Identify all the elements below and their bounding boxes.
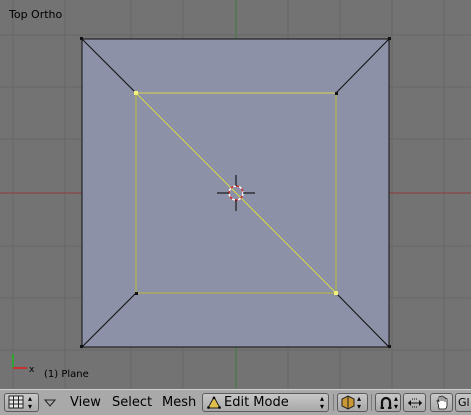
mode-label: Edit Mode bbox=[224, 395, 289, 410]
hand-icon bbox=[436, 395, 447, 410]
vertex-selected[interactable] bbox=[134, 91, 138, 95]
collapse-menus-button[interactable] bbox=[44, 393, 58, 412]
vertex[interactable] bbox=[388, 37, 391, 40]
vertex[interactable] bbox=[135, 292, 138, 295]
menu-view[interactable]: View bbox=[68, 393, 103, 412]
triangle-down-icon bbox=[44, 399, 56, 407]
vertex[interactable] bbox=[388, 345, 391, 348]
menu-mesh[interactable]: Mesh bbox=[160, 393, 198, 412]
gl-button[interactable]: Gl bbox=[455, 393, 471, 412]
object-name-label: (1) Plane bbox=[44, 369, 89, 380]
toolbar-separator bbox=[333, 394, 334, 411]
axis-gizmo-icon: x bbox=[12, 354, 35, 375]
updown-arrow-icon: ▴ ▾ bbox=[28, 393, 33, 411]
shading-icon bbox=[341, 395, 355, 410]
mode-selector[interactable]: Edit Mode ▴ ▾ bbox=[202, 393, 329, 412]
plane-mesh[interactable] bbox=[80, 37, 391, 348]
manipulator-toggle[interactable] bbox=[403, 393, 426, 412]
editor-type-button[interactable]: ▴ ▾ bbox=[4, 393, 39, 412]
updown-arrow-icon: ▴ ▾ bbox=[394, 393, 399, 411]
vertex[interactable] bbox=[335, 92, 338, 95]
3d-viewport[interactable]: x Top Ortho (1) Plane bbox=[0, 0, 471, 389]
axis-x-label: x bbox=[29, 365, 35, 375]
toolbar-separator bbox=[371, 394, 372, 411]
updown-arrow-icon: ▴ ▾ bbox=[357, 393, 362, 411]
grid-icon bbox=[8, 395, 24, 409]
vertex-selected[interactable] bbox=[334, 291, 338, 295]
updown-arrow-icon: ▴ ▾ bbox=[319, 393, 324, 411]
triangle-mode-icon bbox=[207, 396, 221, 409]
pivot-point-button[interactable]: ▴ ▾ bbox=[375, 393, 401, 412]
blender-3d-view: x Top Ortho (1) Plane ▴ ▾ View Select Mes… bbox=[0, 0, 471, 415]
draw-type-button[interactable]: ▴ ▾ bbox=[337, 393, 368, 412]
viewport-title: Top Ortho bbox=[9, 8, 63, 21]
vertex[interactable] bbox=[80, 37, 83, 40]
gl-label: Gl bbox=[458, 396, 470, 409]
vertex[interactable] bbox=[80, 345, 83, 348]
pivot-icon bbox=[380, 396, 392, 409]
menu-select[interactable]: Select bbox=[110, 393, 154, 412]
viewport-canvas[interactable]: x bbox=[0, 0, 471, 389]
hand-button[interactable] bbox=[430, 393, 453, 412]
viewport-header: ▴ ▾ View Select Mesh Edit Mode ▴ ▾ ▴ ▾ ▴… bbox=[0, 389, 471, 415]
manipulator-icon bbox=[407, 398, 422, 407]
